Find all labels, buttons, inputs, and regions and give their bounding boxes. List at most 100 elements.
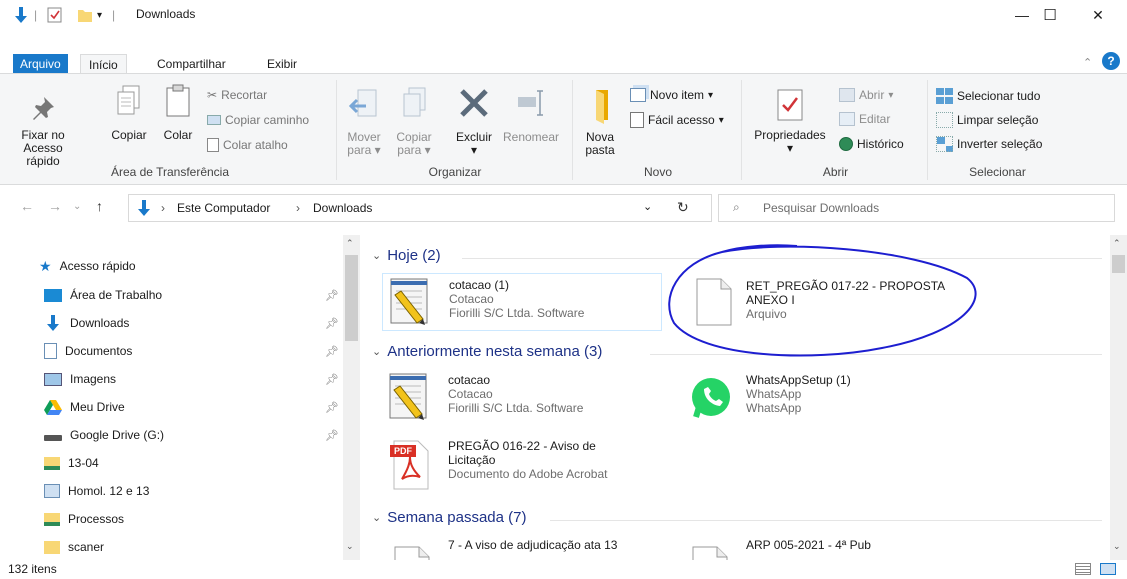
up-button[interactable]: ↑ bbox=[96, 198, 103, 214]
copy-path-button[interactable]: Copiar caminho bbox=[207, 113, 309, 127]
people-folder-icon bbox=[44, 484, 60, 498]
tab-home[interactable]: Início bbox=[80, 54, 127, 74]
nav-item-homol[interactable]: Homol. 12 e 13 bbox=[44, 478, 149, 504]
nav-item-desktop[interactable]: Área de Trabalho bbox=[44, 282, 162, 308]
clipboard-group-label: Área de Transferência bbox=[110, 165, 230, 179]
group-header-last-week[interactable]: ⌄ Semana passada (7) bbox=[372, 509, 526, 526]
select-none-label: Limpar seleção bbox=[957, 113, 1039, 127]
breadcrumb-this-pc[interactable]: Este Computador bbox=[177, 201, 270, 215]
large-icons-view-icon[interactable] bbox=[1100, 563, 1116, 575]
open-button[interactable]: Abrir ▾ bbox=[839, 88, 893, 102]
content-scrollbar[interactable]: ⌃ ⌄ bbox=[1110, 235, 1127, 560]
nav-item-downloads[interactable]: Downloads bbox=[44, 310, 129, 336]
new-group-label: Novo bbox=[643, 165, 672, 179]
group-separator bbox=[336, 80, 337, 180]
nav-item-scaner[interactable]: scaner bbox=[44, 534, 104, 560]
move-to-button[interactable]: Mover para ▾ bbox=[342, 86, 386, 157]
nav-item-my-drive[interactable]: Meu Drive bbox=[44, 394, 125, 420]
nav-item-label: Processos bbox=[68, 512, 125, 526]
new-folder-button[interactable]: Nova pasta bbox=[578, 88, 622, 157]
help-icon[interactable]: ? bbox=[1102, 52, 1120, 70]
blank-file-icon bbox=[692, 546, 728, 560]
nav-item-processos[interactable]: Processos bbox=[44, 506, 124, 532]
select-none-button[interactable]: Limpar seleção bbox=[936, 112, 1038, 128]
star-icon: ★ bbox=[39, 257, 52, 274]
file-name-line-2: Licitação bbox=[448, 453, 496, 467]
file-item[interactable]: WhatsAppSetup (1) WhatsApp WhatsApp bbox=[684, 369, 984, 427]
customize-qa-dropdown[interactable]: ▾ bbox=[97, 7, 102, 23]
scroll-up-icon[interactable]: ⌃ bbox=[346, 238, 354, 249]
properties-button[interactable]: Propriedades ▾ bbox=[748, 88, 832, 155]
tab-file[interactable]: Arquivo bbox=[13, 54, 68, 74]
scroll-up-icon[interactable]: ⌃ bbox=[1113, 238, 1121, 249]
nav-item-label: Acesso rápido bbox=[59, 259, 136, 273]
file-item[interactable]: 7 - A viso de adjudicação ata 13 bbox=[382, 535, 682, 560]
delete-button[interactable]: Excluir ▾ bbox=[450, 86, 498, 157]
breadcrumb-downloads[interactable]: Downloads bbox=[313, 201, 372, 215]
nav-item-documents[interactable]: Documentos bbox=[44, 338, 132, 364]
tab-view[interactable]: Exibir bbox=[259, 54, 305, 74]
new-folder-qa-icon[interactable] bbox=[77, 7, 93, 23]
new-item-button[interactable]: Novo item ▾ bbox=[630, 88, 713, 102]
edit-button[interactable]: Editar bbox=[839, 112, 890, 126]
group-header-label: Anteriormente nesta semana (3) bbox=[387, 343, 603, 360]
back-button[interactable]: ← bbox=[20, 198, 34, 214]
nav-item-label: Meu Drive bbox=[70, 400, 125, 414]
drive-disk-icon bbox=[44, 435, 62, 441]
properties-dropdown-icon[interactable]: ▾ bbox=[748, 142, 832, 155]
invert-selection-button[interactable]: Inverter seleção bbox=[936, 136, 1042, 152]
paste-button[interactable]: Colar bbox=[158, 84, 198, 142]
close-button[interactable]: ✕ bbox=[1075, 0, 1121, 30]
nav-scrollbar[interactable]: ⌃ ⌄ bbox=[343, 235, 360, 560]
group-header-this-week[interactable]: ⌄ Anteriormente nesta semana (3) bbox=[372, 343, 602, 360]
new-item-label: Novo item bbox=[650, 88, 705, 102]
history-button[interactable]: Histórico bbox=[839, 137, 904, 151]
nav-item-google-drive-g[interactable]: Google Drive (G:) bbox=[44, 422, 164, 448]
select-all-label: Selecionar tudo bbox=[957, 89, 1041, 103]
tab-share[interactable]: Compartilhar bbox=[149, 54, 234, 74]
collapse-group-icon: ⌄ bbox=[372, 250, 382, 262]
address-dropdown-icon[interactable]: ⌄ bbox=[643, 200, 652, 213]
scroll-down-icon[interactable]: ⌄ bbox=[1113, 541, 1121, 552]
pin-quick-access-button[interactable]: Fixar no Acesso rápido bbox=[6, 94, 80, 168]
details-view-icon[interactable] bbox=[1075, 563, 1091, 575]
collapse-ribbon-icon[interactable]: ⌃ bbox=[1083, 56, 1092, 69]
select-all-button[interactable]: Selecionar tudo bbox=[936, 88, 1040, 104]
separator: | bbox=[112, 8, 116, 22]
nav-item-13-04[interactable]: 13-04 bbox=[44, 450, 99, 476]
nav-item-quick-access[interactable]: ★ Acesso rápido bbox=[39, 253, 136, 279]
copy-to-button[interactable]: Copiar para ▾ bbox=[392, 86, 436, 157]
easy-access-button[interactable]: Fácil acesso ▾ bbox=[630, 112, 724, 128]
content-scroll-thumb[interactable] bbox=[1112, 255, 1125, 273]
paste-shortcut-button[interactable]: Colar atalho bbox=[207, 138, 288, 152]
nav-scroll-thumb[interactable] bbox=[345, 255, 358, 341]
group-header-today[interactable]: ⌄ Hoje (2) bbox=[372, 247, 441, 264]
scroll-down-icon[interactable]: ⌄ bbox=[346, 541, 354, 552]
group-separator bbox=[572, 80, 573, 180]
copy-button[interactable]: Copiar bbox=[106, 84, 152, 142]
nav-item-pictures[interactable]: Imagens bbox=[44, 366, 116, 392]
shared-folder-icon bbox=[44, 456, 60, 470]
address-bar[interactable]: › Este Computador › Downloads ⌄ ↻ bbox=[128, 194, 712, 222]
blank-file-icon bbox=[394, 546, 430, 560]
cut-button[interactable]: ✂ Recortar bbox=[207, 88, 267, 102]
down-arrow-icon[interactable] bbox=[14, 7, 28, 23]
edit-icon bbox=[839, 112, 855, 126]
search-box[interactable]: ⌕ Pesquisar Downloads bbox=[718, 194, 1115, 222]
file-item[interactable]: cotacao Cotacao Fiorilli S/C Ltda. Softw… bbox=[382, 369, 662, 427]
delete-dropdown-icon[interactable]: ▾ bbox=[450, 144, 498, 157]
new-item-icon bbox=[630, 88, 646, 102]
rename-button[interactable]: Renomear bbox=[500, 86, 562, 144]
file-item[interactable]: cotacao (1) Cotacao Fiorilli S/C Ltda. S… bbox=[382, 273, 662, 331]
file-item[interactable]: PDF PREGÃO 016-22 - Aviso de Licitação D… bbox=[382, 433, 682, 495]
open-icon bbox=[839, 88, 855, 102]
forward-button[interactable]: → bbox=[48, 198, 62, 214]
maximize-button[interactable]: ☐ bbox=[1027, 0, 1073, 30]
pin-icon: 📌︎ bbox=[325, 402, 339, 414]
cut-label: Recortar bbox=[221, 88, 268, 102]
recent-locations-dropdown[interactable]: ⌄ bbox=[73, 201, 81, 212]
breadcrumb-separator: › bbox=[161, 201, 165, 215]
file-item[interactable]: ARP 005-2021 - 4ª Pub bbox=[684, 535, 984, 560]
refresh-icon[interactable]: ↻ bbox=[677, 199, 689, 216]
properties-qa-icon[interactable] bbox=[47, 7, 63, 23]
